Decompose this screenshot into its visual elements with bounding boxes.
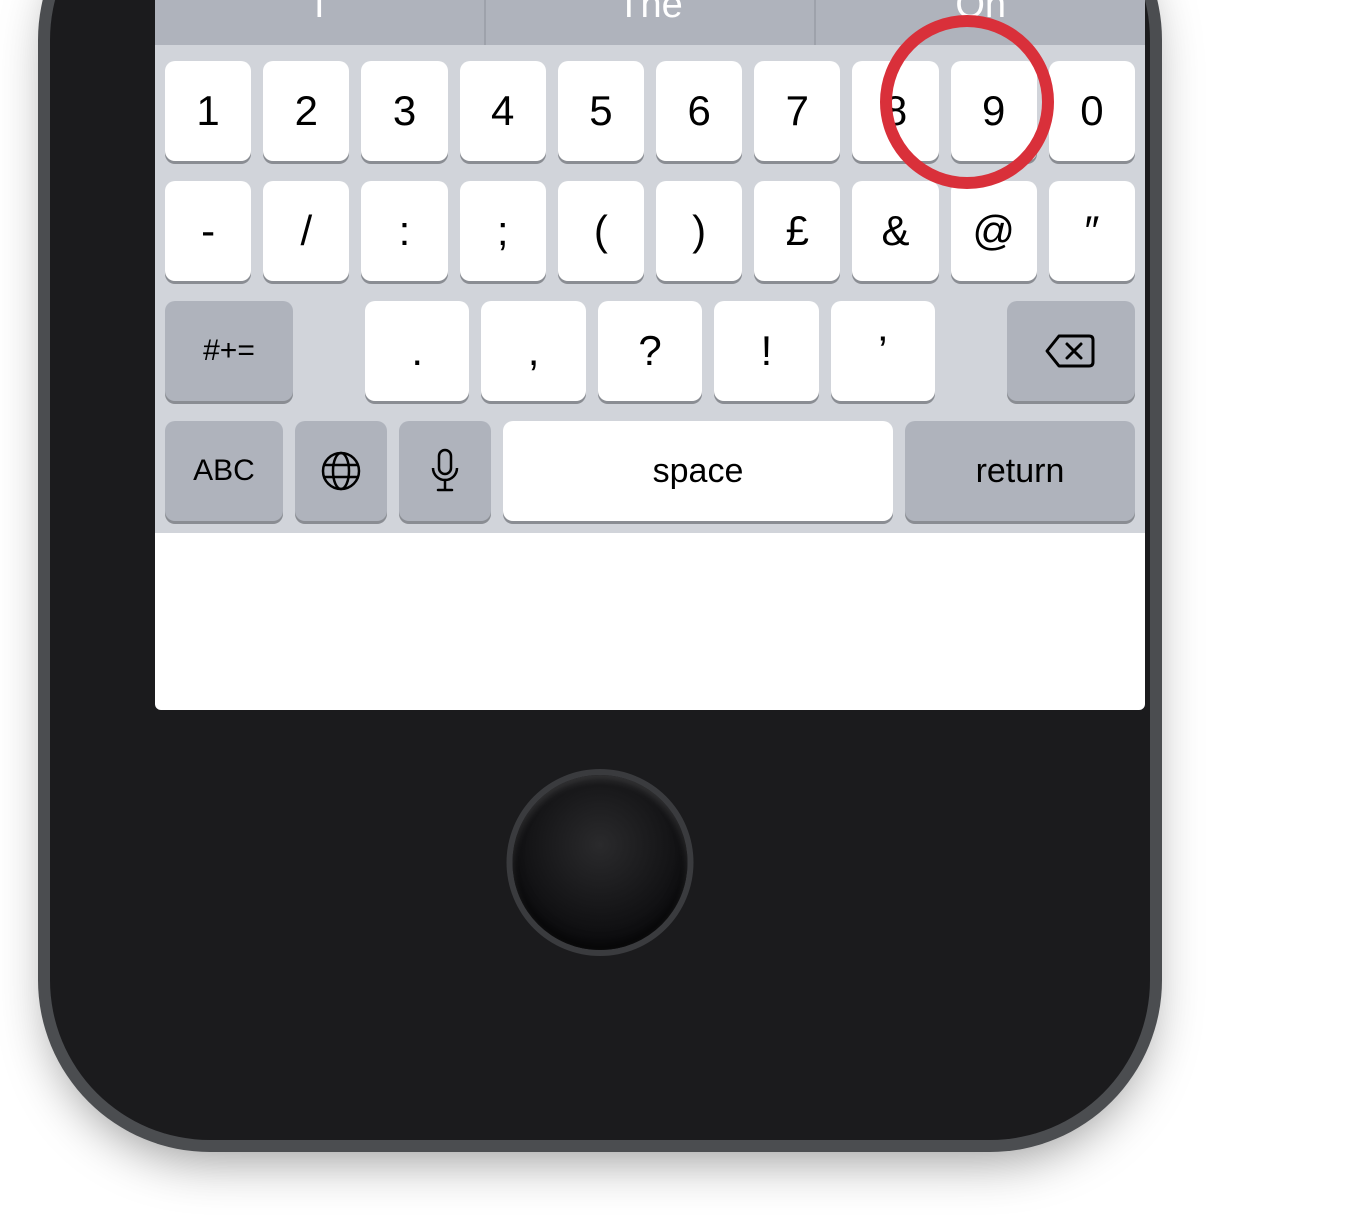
home-button[interactable]	[513, 775, 688, 950]
key-0[interactable]: 0	[1049, 61, 1135, 161]
key-globe[interactable]	[295, 421, 387, 521]
key-dictation[interactable]	[399, 421, 491, 521]
key-abc[interactable]: ABC	[165, 421, 283, 521]
key-dash[interactable]: -	[165, 181, 251, 281]
key-return[interactable]: return	[905, 421, 1135, 521]
suggestion-3[interactable]: Oh	[814, 0, 1145, 45]
key-colon[interactable]: :	[361, 181, 447, 281]
key-9[interactable]: 9	[951, 61, 1037, 161]
keyboard-row-2: - / : ; ( ) £ & @ ″	[165, 181, 1135, 281]
key-lparen[interactable]: (	[558, 181, 644, 281]
keyboard-row-3: #+= . , ? ! ’	[165, 301, 1135, 401]
predictive-bar: I The Oh	[155, 0, 1145, 45]
phone-screen: Hey, how's it going? I The Oh	[155, 0, 1145, 710]
suggestion-1[interactable]: I	[155, 0, 484, 45]
key-pound[interactable]: £	[754, 181, 840, 281]
key-backspace[interactable]	[1007, 301, 1135, 401]
key-rparen[interactable]: )	[656, 181, 742, 281]
key-apostrophe[interactable]: ’	[831, 301, 935, 401]
phone-frame: Hey, how's it going? I The Oh	[50, 0, 1150, 1140]
keyboard: 1 2 3 4 5 6 7 8 9 0 - / : ; ( )	[155, 45, 1145, 533]
key-1[interactable]: 1	[165, 61, 251, 161]
key-ampersand[interactable]: &	[852, 181, 938, 281]
suggestion-2[interactable]: The	[484, 0, 815, 45]
key-comma[interactable]: ,	[481, 301, 585, 401]
key-4[interactable]: 4	[460, 61, 546, 161]
key-at[interactable]: @	[951, 181, 1037, 281]
key-period[interactable]: .	[365, 301, 469, 401]
key-question[interactable]: ?	[598, 301, 702, 401]
key-space[interactable]: space	[503, 421, 893, 521]
globe-icon	[319, 449, 363, 493]
keyboard-row-4: ABC	[165, 421, 1135, 521]
keyboard-row-1: 1 2 3 4 5 6 7 8 9 0	[165, 61, 1135, 161]
key-7[interactable]: 7	[754, 61, 840, 161]
key-5[interactable]: 5	[558, 61, 644, 161]
microphone-icon	[429, 448, 461, 494]
key-more-symbols[interactable]: #+=	[165, 301, 293, 401]
key-semicolon[interactable]: ;	[460, 181, 546, 281]
backspace-icon	[1045, 332, 1097, 370]
key-doubleprime[interactable]: ″	[1049, 181, 1135, 281]
key-6[interactable]: 6	[656, 61, 742, 161]
key-3[interactable]: 3	[361, 61, 447, 161]
screenshot-stage: Hey, how's it going? I The Oh	[0, 0, 1361, 1215]
key-exclaim[interactable]: !	[714, 301, 818, 401]
key-2[interactable]: 2	[263, 61, 349, 161]
key-8[interactable]: 8	[852, 61, 938, 161]
key-slash[interactable]: /	[263, 181, 349, 281]
